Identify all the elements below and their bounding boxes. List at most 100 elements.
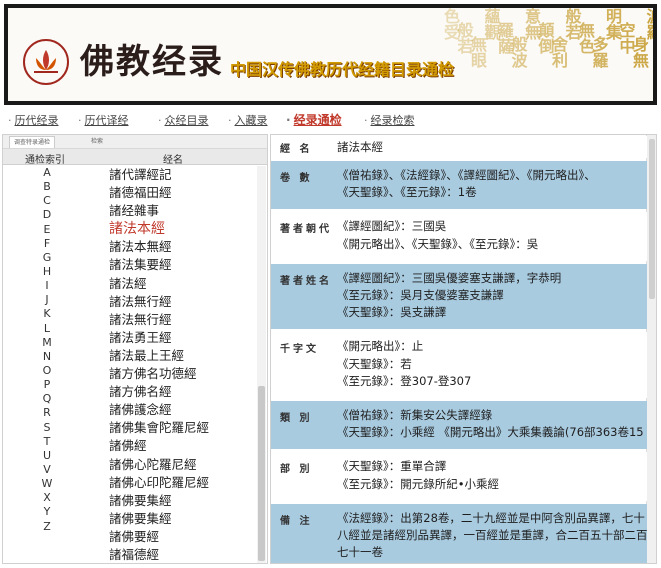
nav-item-label: 众经目录 [164,114,209,127]
sutra-list-item[interactable]: 諸方佛名經 [109,383,259,401]
sutra-list-item[interactable]: 諸佛心陀羅尼經 [109,456,259,474]
index-letter-n[interactable]: N [3,350,91,364]
index-letter-i[interactable]: I [3,279,91,293]
detail-value-line: 八經並是諸經別品異譯，一百經並是重譯，合二百五十部二百 [337,527,648,542]
sutra-list-item[interactable]: 諸经雜事 [109,202,259,220]
lotus-logo-icon [23,39,69,85]
index-header: 通检索引 [25,155,65,166]
index-letter-p[interactable]: P [3,378,91,392]
sutra-list-item[interactable]: 諸法勇王經 [109,329,259,347]
detail-value-line: 《至元錄》：開元錄所紀•小乘經 [337,476,500,491]
index-letter-s[interactable]: S [3,421,91,435]
sutra-list-item[interactable]: 諸法本經 [109,220,259,238]
detail-value-line: 《天聖錄》：重單合譯 [337,459,447,474]
sutra-list-item[interactable]: 諸法無行經 [109,311,259,329]
detail-panel: 經 名 諸法本經卷 數 《僧祐錄》、《法經錄》、《譯經圖紀》、《開元略出》、 《天聖錄… [270,134,657,564]
nav-item-label: 经录检索 [370,114,415,127]
name-header: 经名 [163,155,183,166]
detail-row-label: 著者姓名 [280,275,332,287]
index-letter-m[interactable]: M [3,336,91,350]
detail-row: 經 名 諸法本經 [271,136,647,158]
scroll-thumb[interactable] [258,386,265,561]
index-letter-e[interactable]: E [3,223,91,237]
sutra-list-item[interactable]: 諸佛要集經 [109,510,259,528]
nav-item-0[interactable]: · 历代经录 [8,112,59,128]
index-letter-g[interactable]: G [3,251,91,265]
nav-bullet-icon: · [158,114,162,127]
nav-bullet-icon: · [78,114,82,127]
sutra-list-item[interactable]: 諸佛集會陀羅尼經 [109,419,259,437]
tab-search[interactable]: 检索 [87,136,107,148]
sutra-list-item[interactable]: 諸法無行經 [109,293,259,311]
sutra-list-item[interactable]: 諸代譯經記 [109,166,259,184]
sutra-list-item[interactable]: 諸福德經 [109,546,259,563]
detail-row-values: 諸法本經 [337,139,641,156]
index-letter-o[interactable]: O [3,364,91,378]
detail-value-line: 《天聖錄》：吳支謙譯 [337,305,447,320]
index-letter-x[interactable]: X [3,491,91,505]
tab-browse[interactable]: 调查特录通检 [9,136,56,148]
index-letter-c[interactable]: C [3,194,91,208]
nav-item-4[interactable]: · 经录通检 [286,111,342,128]
calligraphy-column: 多羅 [589,36,609,68]
calligraphy-column: 波羅 [643,8,657,40]
calligraphy-column: 身無 [630,36,649,68]
sutra-list-item[interactable]: 諸德福田經 [109,184,259,202]
nav-item-2[interactable]: · 众经目录 [158,112,209,128]
calligraphy-column: 無眼 [468,36,487,68]
list-scrollbar[interactable] [257,166,266,563]
detail-scroll-thumb[interactable] [649,139,655,299]
detail-value-line: 《僧祐錄》、《法經錄》、《譯經圖紀》、《開元略出》、 [337,168,596,182]
detail-value-line: 《至元錄》：吳月支優婆塞支謙譯 [337,287,504,302]
sutra-list-item[interactable]: 諸法最上王經 [109,347,259,365]
sutra-list-item[interactable]: 諸佛心印陀羅尼經 [109,474,259,492]
sutra-list-item[interactable]: 諸法本無經 [109,238,259,256]
detail-value-line: 《譯經圖紀》：三國吳優婆塞支謙譯，字恭明 [337,270,562,285]
nav-item-1[interactable]: · 历代译经 [78,112,129,128]
sutra-list-item[interactable]: 諸佛經 [109,437,259,455]
index-letter-w[interactable]: W [3,477,91,491]
detail-row: 備 注 《法經錄》：出第28卷，二十九經並是中阿含別品異譯，七十 八經並是諸經別品異… [271,503,648,563]
detail-row: 千字文 《開元略出》：止 《天聖錄》：若 《至元錄》：登307-登307 [271,332,647,398]
detail-row-label: 著者朝代 [280,224,332,236]
index-letter-b[interactable]: B [3,180,91,194]
detail-row-values: 《開元略出》：止 《天聖錄》：若 《至元錄》：登307-登307 [337,338,641,390]
index-letter-a[interactable]: A [3,166,91,180]
detail-value-line: 《僧祐錄》：新集安公失譯經錄 [337,408,493,422]
detail-value-line: 諸法本經 [337,140,383,154]
index-letter-h[interactable]: H [3,265,91,279]
nav-item-3[interactable]: · 入藏录 [228,112,268,128]
sutra-list-item[interactable]: 諸佛護念經 [109,401,259,419]
detail-row: 卷 數 《僧祐錄》、《法經錄》、《譯經圖紀》、《開元略出》、 《天聖錄》、《至元錄》… [271,161,647,210]
nav-bullet-icon: · [364,114,368,127]
detail-scrollbar[interactable] [646,135,656,563]
index-letter-j[interactable]: J [3,293,91,307]
nav-item-label: 经录通检 [293,113,342,127]
index-letter-z[interactable]: Z [3,520,91,534]
sutra-list-item[interactable]: 諸方佛名功德經 [109,365,259,383]
index-letter-d[interactable]: D [3,208,91,222]
sutra-list-item[interactable]: 諸法經 [109,275,259,293]
index-letter-y[interactable]: Y [3,505,91,519]
sutra-list-item[interactable]: 諸佛要集經 [109,492,259,510]
index-letter-r[interactable]: R [3,406,91,420]
index-letter-q[interactable]: Q [3,392,91,406]
index-letter-f[interactable]: F [3,237,91,251]
sutra-list-item[interactable]: 諸佛要經 [109,528,259,546]
left-panel: 调查特录通检 检索 通检索引 经名 ABCDEFGHIJKLMNOPQRSTUV… [2,134,268,564]
index-letter-k[interactable]: K [3,307,91,321]
index-letter-u[interactable]: U [3,449,91,463]
main-nav: · 历代经录 · 历代译经 · 众经目录 · 入藏录 · 经录通检 · 经录检索 [0,112,661,132]
detail-row-label: 備 注 [280,515,313,527]
column-headers: 通检索引 经名 [3,149,267,166]
detail-row-label: 類 別 [280,413,313,424]
sutra-list-item[interactable]: 諸法集要經 [109,256,259,274]
nav-item-label: 入藏录 [234,114,268,127]
nav-item-5[interactable]: · 经录检索 [364,112,415,128]
left-tabs: 调查特录通检 检索 [3,135,267,149]
index-letter-v[interactable]: V [3,463,91,477]
nav-bullet-icon: · [286,113,291,127]
index-letter-t[interactable]: T [3,435,91,449]
index-letter-l[interactable]: L [3,322,91,336]
detail-row-values: 《譯經圖紀》：三國吳 《開元略出》、《天聖錄》、《至元錄》：吳 [337,218,641,252]
